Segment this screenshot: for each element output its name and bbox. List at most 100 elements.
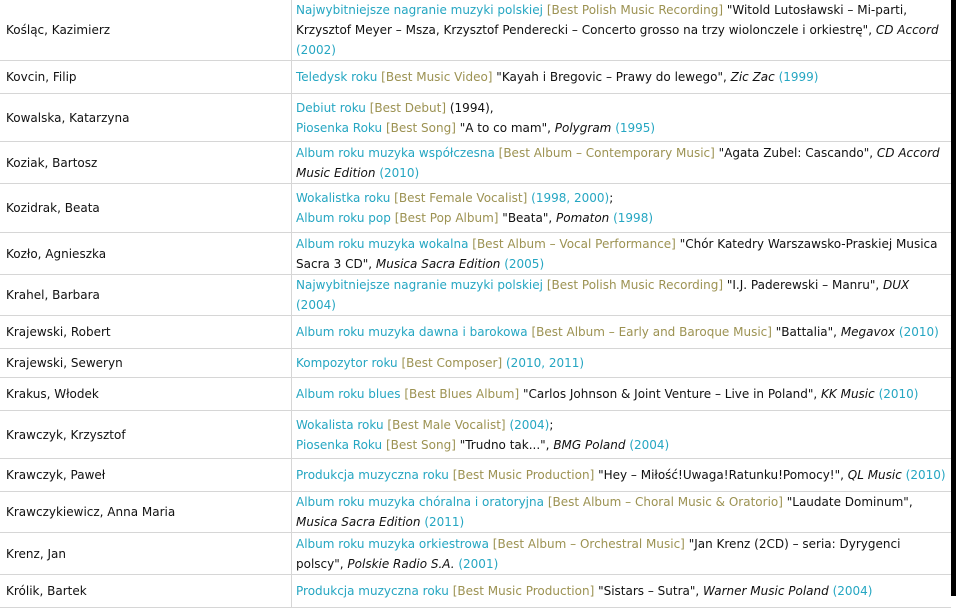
award-cell: Kompozytor roku [Best Composer] (2010, 2… <box>291 348 951 378</box>
artist-name: Krawczykiewicz, Anna Maria <box>0 491 292 533</box>
award-category-en: [Best Composer] <box>401 356 503 370</box>
award-entry: Najwybitniejsze nagranie muzyki polskiej… <box>296 275 947 315</box>
award-year: (2010, 2011) <box>506 356 585 370</box>
award-year: (1998, 2000) <box>531 191 610 205</box>
artist-name: Kovcin, Filip <box>0 60 292 94</box>
award-entry: Debiut roku [Best Debut] (1994), <box>296 98 947 118</box>
artist-name: Krawczyk, Paweł <box>0 458 292 492</box>
award-category-pl: Kompozytor roku <box>296 356 398 370</box>
award-category-pl: Album roku blues <box>296 387 401 401</box>
award-detail-text: "Hey – Miłość!Uwaga!Ratunku!Pomocy!", <box>594 468 848 482</box>
award-entry: Produkcja muzyczna roku [Best Music Prod… <box>296 465 947 485</box>
award-category-pl: Najwybitniejsze nagranie muzyki polskiej <box>296 278 543 292</box>
award-year: (1998) <box>613 211 654 225</box>
table-row: Królik, Bartek Produkcja muzyczna roku [B… <box>0 574 951 608</box>
award-cell: Album roku muzyka wokalna [Best Album – … <box>291 232 951 275</box>
record-label: Pomaton <box>556 211 610 225</box>
award-entry: Album roku blues [Best Blues Album] "Car… <box>296 384 947 404</box>
award-category-en: [Best Female Vocalist] <box>394 191 528 205</box>
artist-name: Kowalska, Katarzyna <box>0 93 292 142</box>
table-row: Krawczyk, Krzysztof Wokalista roku [Best … <box>0 410 951 459</box>
award-detail-text: "Trudno tak...", <box>455 437 554 452</box>
award-year: (2004) <box>629 437 670 452</box>
table-row: Kowalska, Katarzyna Debiut roku [Best Deb… <box>0 93 951 142</box>
artist-name: Koziak, Bartosz <box>0 141 292 184</box>
award-detail-text: ; <box>609 191 614 205</box>
table-row: Kozło, Agnieszka Album roku muzyka wokaln… <box>0 232 951 275</box>
award-category-pl: Debiut roku <box>296 100 366 115</box>
record-label: BMG Poland <box>553 437 626 452</box>
award-year: (2010) <box>379 165 420 180</box>
award-category-en: [Best Polish Music Recording] <box>546 278 724 292</box>
award-cell: Album roku muzyka współczesna [Best Albu… <box>291 141 951 184</box>
award-year: (2005) <box>504 256 545 271</box>
award-category-pl: Album roku pop <box>296 211 391 225</box>
award-detail-text: "Laudate Dominum", <box>782 495 913 509</box>
table-row: Krajewski, Robert Album roku muzyka dawna… <box>0 315 951 349</box>
award-category-en: [Best Pop Album] <box>394 211 499 225</box>
award-cell: Album roku muzyka dawna i barokowa [Best… <box>291 315 951 349</box>
award-detail-text: "Battalia", <box>771 325 841 339</box>
artist-name: Kośląc, Kazimierz <box>0 0 292 61</box>
record-label: Musica Sacra Edition <box>375 256 501 271</box>
award-category-en: [Best Music Video] <box>381 70 493 84</box>
award-detail-text: "A to co mam", <box>455 120 555 135</box>
award-entry: Piosenka Roku [Best Song] "A to co mam",… <box>296 118 947 138</box>
award-category-pl: Teledysk roku <box>296 70 378 84</box>
award-category-en: [Best Male Vocalist] <box>387 417 506 432</box>
award-cell: Debiut roku [Best Debut] (1994), Piosenka… <box>291 93 951 142</box>
artist-name: Krahel, Barbara <box>0 274 292 316</box>
award-cell: Teledysk roku [Best Music Video] "Kayah … <box>291 60 951 94</box>
award-year: (1995) <box>615 120 656 135</box>
award-cell: Album roku muzyka chóralna i oratoryjna … <box>291 491 951 533</box>
award-year: (1999) <box>778 70 819 84</box>
record-label: Megavox <box>840 325 896 339</box>
right-edge-bar <box>951 0 956 596</box>
award-year: (2010) <box>878 387 919 401</box>
artist-name: Krajewski, Robert <box>0 315 292 349</box>
award-entry: Album roku muzyka współczesna [Best Albu… <box>296 143 947 183</box>
record-label: Musica Sacra Edition <box>296 515 421 529</box>
artist-name: Krajewski, Seweryn <box>0 348 292 378</box>
record-label: QL Music <box>847 468 902 482</box>
artist-name: Krakus, Włodek <box>0 377 292 411</box>
award-cell: Produkcja muzyczna roku [Best Music Prod… <box>291 574 951 608</box>
record-label: DUX <box>882 278 910 292</box>
table-row: Krawczykiewicz, Anna Maria Album roku muz… <box>0 491 951 533</box>
award-cell: Najwybitniejsze nagranie muzyki polskiej… <box>291 274 951 316</box>
award-entry: Piosenka Roku [Best Song] "Trudno tak...… <box>296 435 947 455</box>
award-category-en: [Best Song] <box>385 120 456 135</box>
table-row: Kośląc, Kazimierz Najwybitniejsze nagrani… <box>0 0 951 61</box>
award-entry: Kompozytor roku [Best Composer] (2010, 2… <box>296 353 947 373</box>
award-entry: Album roku muzyka orkiestrowa [Best Albu… <box>296 534 947 574</box>
table-row: Krawczyk, Paweł Produkcja muzyczna roku [… <box>0 458 951 492</box>
award-category-pl: Album roku muzyka dawna i barokowa <box>296 325 528 339</box>
award-detail-text: ; <box>549 417 554 432</box>
award-category-en: [Best Album – Orchestral Music] <box>492 536 685 551</box>
award-entry: Album roku muzyka dawna i barokowa [Best… <box>296 322 947 342</box>
record-label: Polskie Radio S.A. <box>347 556 455 571</box>
award-cell: Produkcja muzyczna roku [Best Music Prod… <box>291 458 951 492</box>
award-category-pl: Wokalista roku <box>296 417 384 432</box>
artist-name: Kozidrak, Beata <box>0 183 292 233</box>
awards-table: Kośląc, Kazimierz Najwybitniejsze nagrani… <box>0 0 951 608</box>
record-label: CD Accord <box>875 23 939 37</box>
award-year: (2010) <box>905 468 946 482</box>
table-row: Kozidrak, Beata Wokalistka roku [Best Fem… <box>0 183 951 233</box>
award-category-en: [Best Music Production] <box>452 468 595 482</box>
award-category-pl: Najwybitniejsze nagranie muzyki polskiej <box>296 3 543 17</box>
award-entry: Najwybitniejsze nagranie muzyki polskiej… <box>296 0 947 60</box>
artist-name: Królik, Bartek <box>0 574 292 608</box>
award-category-pl: Produkcja muzyczna roku <box>296 468 449 482</box>
award-category-en: [Best Blues Album] <box>404 387 520 401</box>
table-row: Krajewski, Seweryn Kompozytor roku [Best … <box>0 348 951 378</box>
record-label: Zic Zac <box>730 70 775 84</box>
award-cell: Najwybitniejsze nagranie muzyki polskiej… <box>291 0 951 61</box>
award-category-pl: Piosenka Roku <box>296 120 383 135</box>
award-detail-text: "Kayah i Bregovic – Prawy do lewego", <box>492 70 731 84</box>
award-entry: Produkcja muzyczna roku [Best Music Prod… <box>296 581 947 601</box>
award-detail-text: "I.J. Paderewski – Manru", <box>723 278 883 292</box>
award-cell: Album roku blues [Best Blues Album] "Car… <box>291 377 951 411</box>
award-entry: Wokalista roku [Best Male Vocalist] (200… <box>296 415 947 435</box>
award-cell: Wokalista roku [Best Male Vocalist] (200… <box>291 410 951 459</box>
